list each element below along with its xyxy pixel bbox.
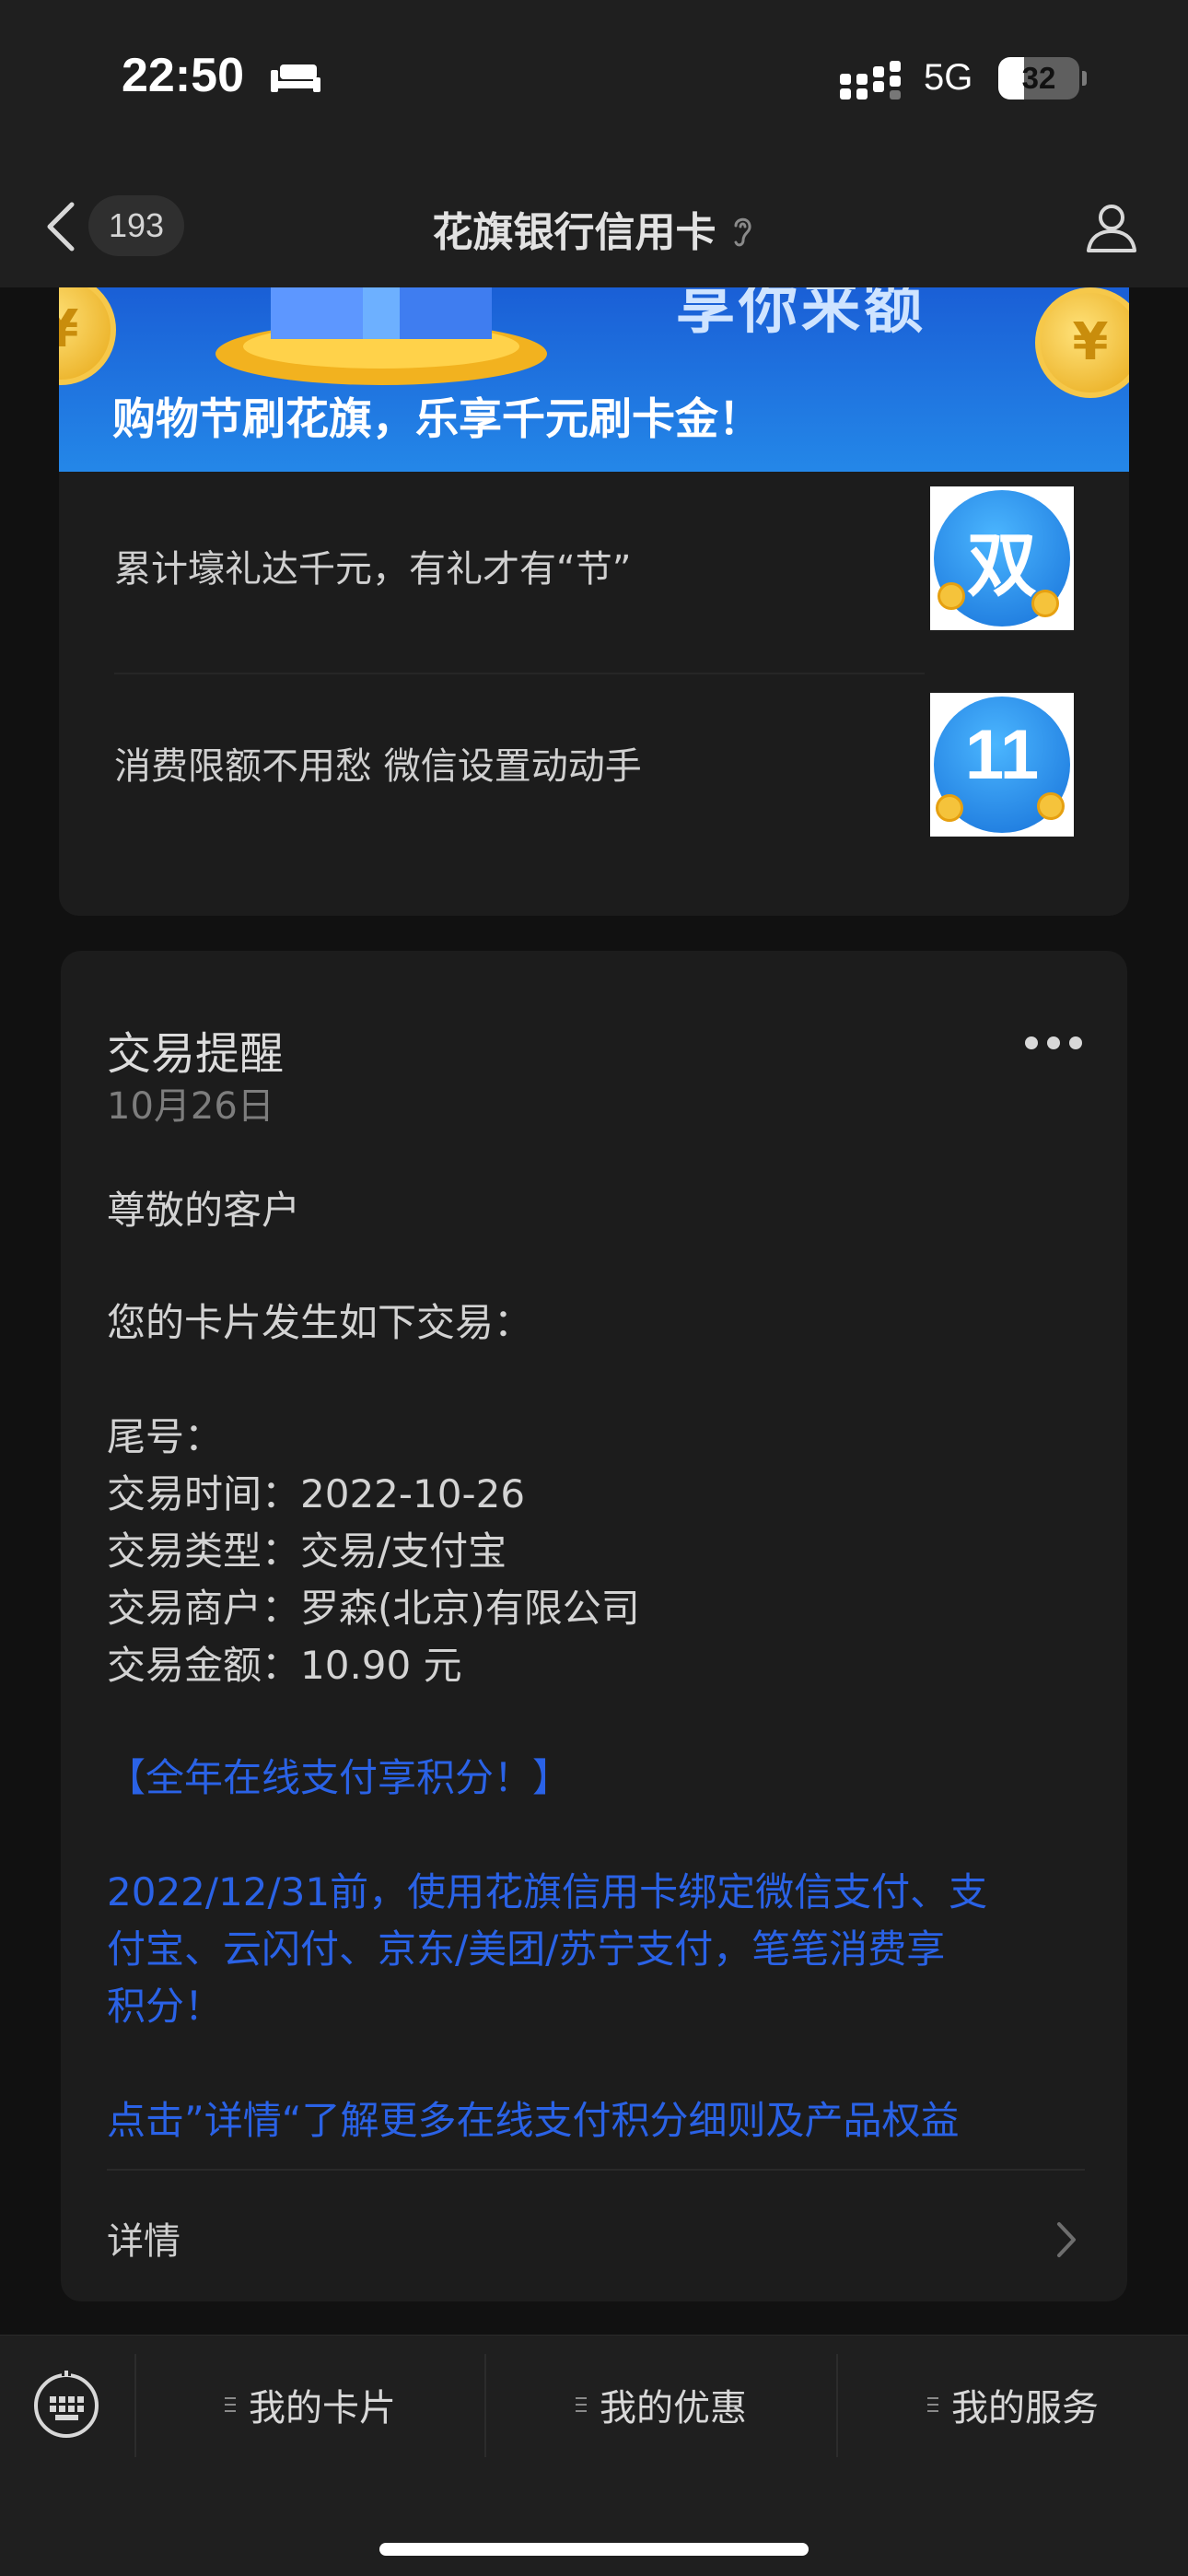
article-card: 享你来额 ¥ ¥ 购物节刷花旗，乐享千元刷卡金！ 累计壕礼达千元，有礼才有“节”… bbox=[59, 287, 1129, 916]
bottom-menu: 我的卡片 我的优惠 我的服务 bbox=[0, 2335, 1188, 2576]
message-field: 交易商户：罗森(北京)有限公司 bbox=[107, 1586, 640, 1631]
back-icon[interactable] bbox=[42, 201, 79, 252]
profile-icon[interactable] bbox=[1085, 201, 1138, 254]
article-banner[interactable]: 享你来额 ¥ ¥ 购物节刷花旗，乐享千元刷卡金！ bbox=[59, 287, 1129, 472]
menu-label: 我的优惠 bbox=[600, 2387, 747, 2430]
article-item[interactable]: 消费限额不用愁 微信设置动动手 11 bbox=[59, 673, 1129, 873]
thumbnail-label: 11 bbox=[964, 716, 1040, 794]
menu-my-services[interactable]: 我的服务 bbox=[838, 2336, 1188, 2474]
message-field: 交易时间：2022-10-26 bbox=[107, 1471, 526, 1516]
keyboard-icon[interactable] bbox=[31, 2371, 101, 2441]
article-item[interactable]: 累计壕礼达千元，有礼才有“节” 双 bbox=[59, 472, 1129, 673]
ear-icon bbox=[734, 217, 751, 247]
promo-line: 积分！ bbox=[107, 1984, 224, 2029]
menu-label: 我的服务 bbox=[951, 2387, 1099, 2430]
message-intro: 您的卡片发生如下交易： bbox=[107, 1300, 533, 1345]
coin-icon: ¥ bbox=[59, 287, 116, 385]
home-indicator[interactable] bbox=[379, 2543, 809, 2556]
message-title: 交易提醒 bbox=[107, 1028, 285, 1080]
message-field: 交易金额：10.90 元 bbox=[107, 1643, 462, 1688]
message-field: 交易类型：交易/支付宝 bbox=[107, 1528, 507, 1574]
more-icon[interactable] bbox=[1022, 1032, 1085, 1054]
message-date: 10月26日 bbox=[107, 1085, 274, 1128]
menu-lines-icon bbox=[225, 2397, 236, 2412]
status-time: 22:50 bbox=[122, 49, 244, 102]
battery-icon: 32 bbox=[998, 57, 1079, 100]
page-title: 花旗银行信用卡 bbox=[432, 209, 716, 256]
sleep-icon bbox=[271, 64, 320, 92]
article-title: 累计壕礼达千元，有礼才有“节” bbox=[114, 548, 632, 591]
gift-box-icon bbox=[215, 287, 547, 385]
network-type: 5G bbox=[924, 57, 973, 98]
article-thumbnail: 11 bbox=[930, 693, 1074, 837]
banner-headline: 购物节刷花旗，乐享千元刷卡金！ bbox=[112, 394, 762, 445]
detail-label: 详情 bbox=[107, 2220, 181, 2263]
signal-icon bbox=[840, 61, 901, 100]
promo-line: 2022/12/31前，使用花旗信用卡绑定微信支付、支 bbox=[107, 1869, 988, 1914]
promo-link: 点击”详情“了解更多在线支付积分细则及产品权益 bbox=[107, 2098, 960, 2143]
nav-title-group: 花旗银行信用卡 bbox=[276, 199, 912, 258]
coin-icon: ¥ bbox=[1035, 287, 1129, 398]
battery-level: 32 bbox=[1021, 61, 1056, 95]
promo-title: 【全年在线支付享积分！】 bbox=[107, 1755, 572, 1800]
message-greeting: 尊敬的客户 bbox=[107, 1188, 301, 1233]
menu-label: 我的卡片 bbox=[249, 2387, 396, 2430]
battery-tip bbox=[1082, 71, 1087, 86]
chevron-right-icon bbox=[1057, 2222, 1076, 2257]
unread-count-badge[interactable]: 193 bbox=[88, 195, 185, 256]
article-thumbnail: 双 bbox=[930, 486, 1074, 630]
menu-lines-icon bbox=[576, 2397, 587, 2412]
menu-lines-icon bbox=[927, 2397, 938, 2412]
menu-my-cards[interactable]: 我的卡片 bbox=[136, 2336, 484, 2474]
message-field: 尾号： bbox=[107, 1414, 224, 1459]
menu-my-offers[interactable]: 我的优惠 bbox=[486, 2336, 836, 2474]
transaction-message-card[interactable]: 交易提醒 10月26日 尊敬的客户 您的卡片发生如下交易： 尾号： 交易时间：2… bbox=[61, 951, 1127, 2301]
chat-navbar: 193 花旗银行信用卡 bbox=[0, 166, 1188, 287]
article-title: 消费限额不用愁 微信设置动动手 bbox=[114, 745, 642, 788]
detail-link[interactable]: 详情 bbox=[61, 2171, 1127, 2301]
promo-line: 付宝、云闪付、京东/美团/苏宁支付，笔笔消费享 bbox=[107, 1926, 946, 1972]
banner-top-text: 享你来额 bbox=[676, 287, 926, 342]
status-bar: 22:50 5G 32 bbox=[0, 0, 1188, 166]
